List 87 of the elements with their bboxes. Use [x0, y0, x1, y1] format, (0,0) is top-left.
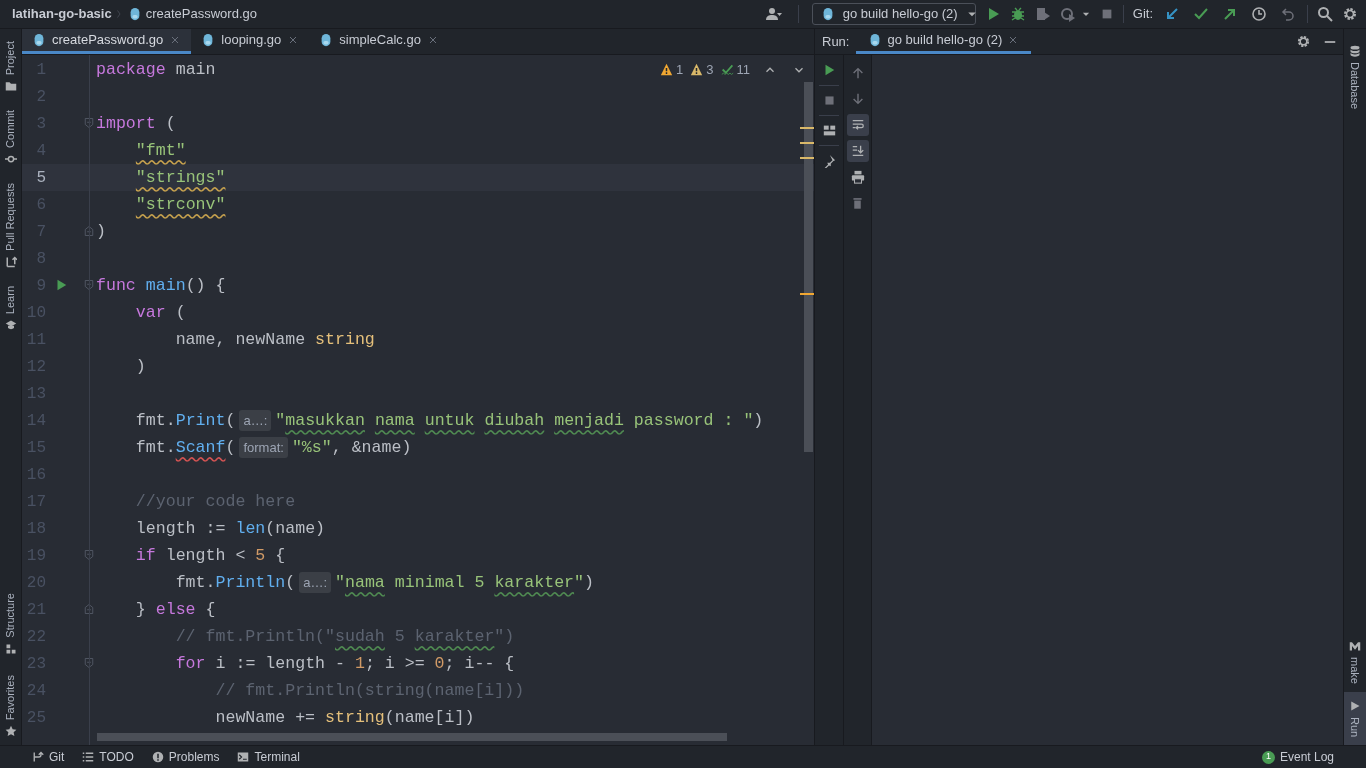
profiler-icon[interactable] [1059, 6, 1076, 22]
breadcrumb-item[interactable]: createPassword.go [145, 4, 257, 24]
panel-title: Run: [821, 32, 851, 51]
scroll-to-end-icon [850, 144, 865, 158]
code-line: } else { [134, 599, 216, 621]
code-line: var ( [134, 302, 186, 324]
coverage-icon[interactable] [1034, 6, 1051, 22]
typo-check-icon [720, 63, 734, 77]
learn-icon [4, 319, 17, 332]
database-icon [1349, 45, 1361, 57]
code-line: newName += string(name[i]) [214, 707, 475, 729]
code-line: "fmt" [134, 140, 186, 162]
vertical-scrollbar[interactable] [804, 82, 813, 452]
tool-window-button[interactable]: TODO [82, 748, 134, 766]
tool-window-button[interactable]: make [1344, 631, 1366, 692]
code-line: fmt.Print( a…: "masukkan nama untuk diubah menjadi password : ") [134, 409, 764, 434]
tool-window-button[interactable]: Learn [0, 286, 21, 332]
code-line: ) [96, 221, 106, 243]
search-icon[interactable] [1317, 6, 1333, 22]
code-line: // fmt.Println(string(name[i])) [214, 680, 525, 702]
commit-check-icon[interactable] [1193, 6, 1209, 22]
settings-icon[interactable] [1296, 34, 1311, 49]
code-line: ) [134, 356, 146, 378]
editor-tab[interactable]: createPassword.go [22, 29, 192, 54]
code-line: // fmt.Println("sudah 5 karakter") [174, 626, 515, 648]
run-icon [1349, 699, 1361, 712]
bug-icon[interactable] [1009, 6, 1026, 22]
tool-window-button[interactable]: Commit [0, 110, 21, 166]
code-line: fmt.Println( a…: "nama minimal 5 karakter") [174, 571, 594, 596]
tool-window-button[interactable]: Problems [151, 748, 220, 766]
code-line: for i := length - 1; i >= 0; i-- { [174, 653, 515, 675]
tool-window-button[interactable]: Git [32, 748, 65, 766]
code-line: fmt.Scanf( format: "%s", &name) [134, 436, 412, 461]
code-line: length := len(name) [134, 518, 326, 540]
horizontal-scrollbar[interactable] [97, 733, 727, 741]
inspection-counter[interactable]: 11 [720, 60, 750, 80]
pull-icon [4, 256, 17, 268]
history-icon[interactable] [1251, 6, 1267, 22]
file-icon [32, 33, 46, 47]
make-icon [1349, 639, 1361, 652]
run-config-dropdown[interactable]: go build hello-go (2) [811, 3, 976, 25]
notification-badge: 1 [1261, 750, 1275, 764]
parameter-hint: a…: [239, 410, 272, 432]
code-line: "strconv" [134, 194, 226, 216]
code-line: func main() { [96, 275, 226, 297]
settings-icon[interactable] [1342, 6, 1358, 22]
problems-icon [151, 751, 164, 763]
tool-window-button[interactable]: Terminal [237, 748, 300, 766]
git-icon [32, 751, 44, 763]
favorites-icon [4, 725, 17, 737]
todo-icon [82, 751, 95, 763]
inspection-counter[interactable]: 1 [660, 60, 684, 80]
code-line: import ( [96, 113, 176, 135]
tool-window-button[interactable]: Database [1344, 37, 1366, 118]
push-arrow-icon[interactable] [1222, 6, 1238, 22]
project-icon [4, 80, 17, 93]
code-line: "strings" [134, 167, 226, 189]
tool-window-button[interactable]: Pull Requests [0, 183, 21, 268]
rollback-icon[interactable] [1280, 6, 1296, 22]
inspection-counter[interactable]: 3 [690, 60, 714, 80]
warning-icon [690, 63, 704, 77]
breadcrumb-item[interactable]: latihan-go-basic [12, 4, 112, 24]
pin-icon[interactable] [822, 154, 836, 168]
line-number: 5 [35, 167, 46, 189]
parameter-hint: a…: [299, 572, 332, 594]
event-log-button[interactable]: 1 Event Log [1261, 748, 1334, 766]
code-line: name, newName string [174, 329, 375, 351]
update-arrow-icon[interactable] [1164, 6, 1180, 22]
stop-icon[interactable] [822, 94, 836, 107]
git-label: Git: [1132, 5, 1153, 24]
parameter-hint: format: [239, 437, 288, 459]
run-tab[interactable]: go build hello-go (2) [856, 29, 1032, 54]
tool-window-button[interactable]: Run [1344, 691, 1366, 745]
tool-window-button[interactable]: Project [0, 41, 21, 93]
tool-window-button[interactable]: Favorites [0, 674, 21, 737]
soft-wrap-icon [850, 118, 865, 132]
soft-wrap-toggle[interactable] [846, 114, 869, 136]
editor-tab[interactable]: simpleCalc.go [309, 29, 449, 54]
editor-tab[interactable]: looping.go [191, 29, 310, 54]
scroll-to-end-toggle[interactable] [846, 140, 869, 162]
structure-icon [4, 642, 17, 655]
code-line: package main [96, 59, 216, 81]
code-line: if length < 5 { [134, 545, 286, 567]
layout-icon[interactable] [822, 124, 836, 137]
code-line: //your code here [134, 491, 296, 513]
terminal-icon [237, 751, 250, 763]
tool-window-button[interactable]: Structure [0, 593, 21, 655]
